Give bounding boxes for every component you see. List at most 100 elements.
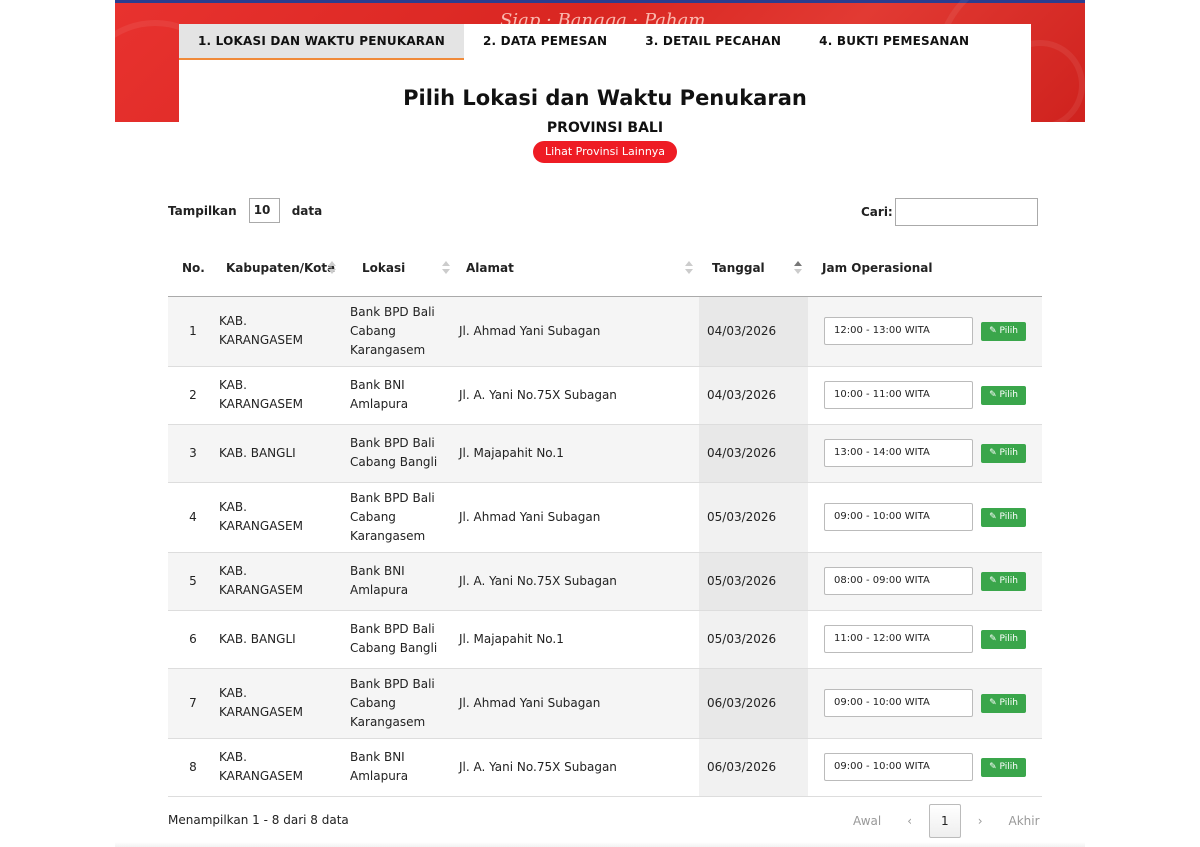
page-title: Pilih Lokasi dan Waktu Penukaran — [403, 86, 807, 110]
pilih-button[interactable]: ✎ Pilih — [981, 757, 1026, 777]
cell-no: 1 — [168, 296, 218, 367]
edit-icon: ✎ — [989, 511, 1000, 522]
cell-alamat: Jl. Ahmad Yani Subagan — [456, 668, 699, 739]
tab-detail-pecahan[interactable]: 3. DETAIL PECAHAN — [626, 24, 800, 60]
header-jam: Jam Operasional — [808, 241, 1042, 297]
sort-icon — [685, 261, 693, 275]
pagination: Awal ‹ 1 › Akhir — [840, 804, 1053, 838]
table-info: Menampilkan 1 - 8 dari 8 data — [168, 813, 349, 827]
header-lokasi[interactable]: Lokasi — [342, 241, 456, 297]
cell-lokasi: Bank BNI Amlapura — [342, 366, 456, 425]
pilih-label: Pilih — [999, 697, 1018, 708]
cell-no: 7 — [168, 668, 218, 739]
jam-select[interactable]: 13:00 - 14:00 WITA — [824, 439, 973, 467]
pager-prev[interactable]: ‹ — [894, 805, 925, 837]
show-suffix: data — [291, 203, 323, 218]
pager-last[interactable]: Akhir — [996, 805, 1053, 837]
jam-select[interactable]: 09:00 - 10:00 WITA — [824, 503, 973, 531]
tab-data-pemesan[interactable]: 2. DATA PEMESAN — [464, 24, 626, 60]
jam-select[interactable]: 08:00 - 09:00 WITA — [824, 567, 973, 595]
pilih-button[interactable]: ✎ Pilih — [981, 321, 1026, 341]
tab-lokasi-waktu[interactable]: 1. LOKASI DAN WAKTU PENUKARAN — [179, 24, 464, 60]
edit-icon: ✎ — [989, 633, 1000, 644]
jam-select[interactable]: 09:00 - 10:00 WITA — [824, 753, 973, 781]
cell-jam: 11:00 - 12:00 WITA ✎ Pilih — [808, 610, 1042, 669]
cell-tanggal: 05/03/2026 — [699, 610, 808, 669]
pager-current-page[interactable]: 1 — [929, 804, 961, 838]
pilih-button[interactable]: ✎ Pilih — [981, 629, 1026, 649]
cell-tanggal: 06/03/2026 — [699, 668, 808, 739]
page-length-select[interactable]: 10 — [248, 198, 280, 223]
cell-tanggal: 04/03/2026 — [699, 424, 808, 483]
pilih-label: Pilih — [999, 761, 1018, 772]
jam-select[interactable]: 09:00 - 10:00 WITA — [824, 689, 973, 717]
cell-alamat: Jl. A. Yani No.75X Subagan — [456, 738, 699, 797]
wizard-tabs: 1. LOKASI DAN WAKTU PENUKARAN 2. DATA PE… — [179, 24, 1031, 60]
cell-jam: 09:00 - 10:00 WITA ✎ Pilih — [808, 738, 1042, 797]
jam-select[interactable]: 10:00 - 11:00 WITA — [824, 381, 973, 409]
pilih-button[interactable]: ✎ Pilih — [981, 443, 1026, 463]
cell-kabupaten: KAB. BANGLI — [218, 424, 342, 483]
sort-icon — [442, 261, 450, 275]
search-control: Cari: — [861, 198, 1038, 226]
province-name: PROVINSI BALI — [546, 120, 664, 136]
cell-lokasi: Bank BNI Amlapura — [342, 552, 456, 611]
pilih-label: Pilih — [999, 389, 1018, 400]
cell-alamat: Jl. A. Yani No.75X Subagan — [456, 552, 699, 611]
sort-icon — [328, 261, 336, 275]
cell-lokasi: Bank BPD Bali Cabang Bangli — [342, 610, 456, 669]
header-alamat[interactable]: Alamat — [456, 241, 699, 297]
pilih-button[interactable]: ✎ Pilih — [981, 385, 1026, 405]
cell-jam: 08:00 - 09:00 WITA ✎ Pilih — [808, 552, 1042, 611]
cell-lokasi: Bank BNI Amlapura — [342, 738, 456, 797]
cell-no: 2 — [168, 366, 218, 425]
cell-kabupaten: KAB. KARANGASEM — [218, 738, 342, 797]
cell-kabupaten: KAB. BANGLI — [218, 610, 342, 669]
cell-alamat: Jl. Majapahit No.1 — [456, 424, 699, 483]
pilih-label: Pilih — [999, 325, 1018, 336]
pilih-button[interactable]: ✎ Pilih — [981, 507, 1026, 527]
search-input[interactable] — [894, 198, 1038, 226]
header-kabupaten[interactable]: Kabupaten/Kota — [218, 241, 342, 297]
cell-lokasi: Bank BPD Bali Cabang Karangasem — [342, 482, 456, 553]
pager-first[interactable]: Awal — [840, 805, 894, 837]
footer-shadow — [115, 842, 1085, 847]
cell-jam: 10:00 - 11:00 WITA ✎ Pilih — [808, 366, 1042, 425]
header-tanggal[interactable]: Tanggal — [699, 241, 808, 297]
cell-jam: 09:00 - 10:00 WITA ✎ Pilih — [808, 482, 1042, 553]
jam-select[interactable]: 11:00 - 12:00 WITA — [824, 625, 973, 653]
cell-jam: 09:00 - 10:00 WITA ✎ Pilih — [808, 668, 1042, 739]
cell-lokasi: Bank BPD Bali Cabang Bangli — [342, 424, 456, 483]
other-province-button[interactable]: Lihat Provinsi Lainnya — [533, 141, 677, 163]
table-header-row: No. Kabupaten/Kota Lokasi Alamat Tanggal… — [168, 241, 1042, 297]
pilih-button[interactable]: ✎ Pilih — [981, 571, 1026, 591]
pilih-label: Pilih — [999, 447, 1018, 458]
pilih-button[interactable]: ✎ Pilih — [981, 693, 1026, 713]
table-row: 1 KAB. KARANGASEM Bank BPD Bali Cabang Kar… — [168, 296, 1042, 367]
table-row: 4 KAB. KARANGASEM Bank BPD Bali Cabang Kar… — [168, 482, 1042, 553]
edit-icon: ✎ — [989, 575, 1000, 586]
cell-kabupaten: KAB. KARANGASEM — [218, 366, 342, 425]
pilih-label: Pilih — [999, 511, 1018, 522]
edit-icon: ✎ — [989, 697, 1000, 708]
cell-lokasi: Bank BPD Bali Cabang Karangasem — [342, 668, 456, 739]
pilih-label: Pilih — [999, 575, 1018, 586]
jam-select[interactable]: 12:00 - 13:00 WITA — [824, 317, 973, 345]
table-row: 2 KAB. KARANGASEM Bank BNI Amlapura Jl. A. … — [168, 366, 1042, 425]
table-row: 7 KAB. KARANGASEM Bank BPD Bali Cabang Kar… — [168, 668, 1042, 739]
cell-alamat: Jl. Ahmad Yani Subagan — [456, 482, 699, 553]
edit-icon: ✎ — [989, 447, 1000, 458]
cell-no: 6 — [168, 610, 218, 669]
cell-kabupaten: KAB. KARANGASEM — [218, 668, 342, 739]
cell-no: 3 — [168, 424, 218, 483]
cell-alamat: Jl. Majapahit No.1 — [456, 610, 699, 669]
location-table: No. Kabupaten/Kota Lokasi Alamat Tanggal… — [168, 241, 1042, 797]
pager-next[interactable]: › — [965, 805, 996, 837]
cell-kabupaten: KAB. KARANGASEM — [218, 552, 342, 611]
tab-bukti-pemesanan[interactable]: 4. BUKTI PEMESANAN — [800, 24, 988, 60]
banner-top-stripe — [115, 0, 1085, 3]
cell-tanggal: 04/03/2026 — [699, 366, 808, 425]
cell-no: 4 — [168, 482, 218, 553]
header-no[interactable]: No. — [168, 241, 218, 297]
table-row: 3 KAB. BANGLI Bank BPD Bali Cabang Bangli J… — [168, 424, 1042, 483]
